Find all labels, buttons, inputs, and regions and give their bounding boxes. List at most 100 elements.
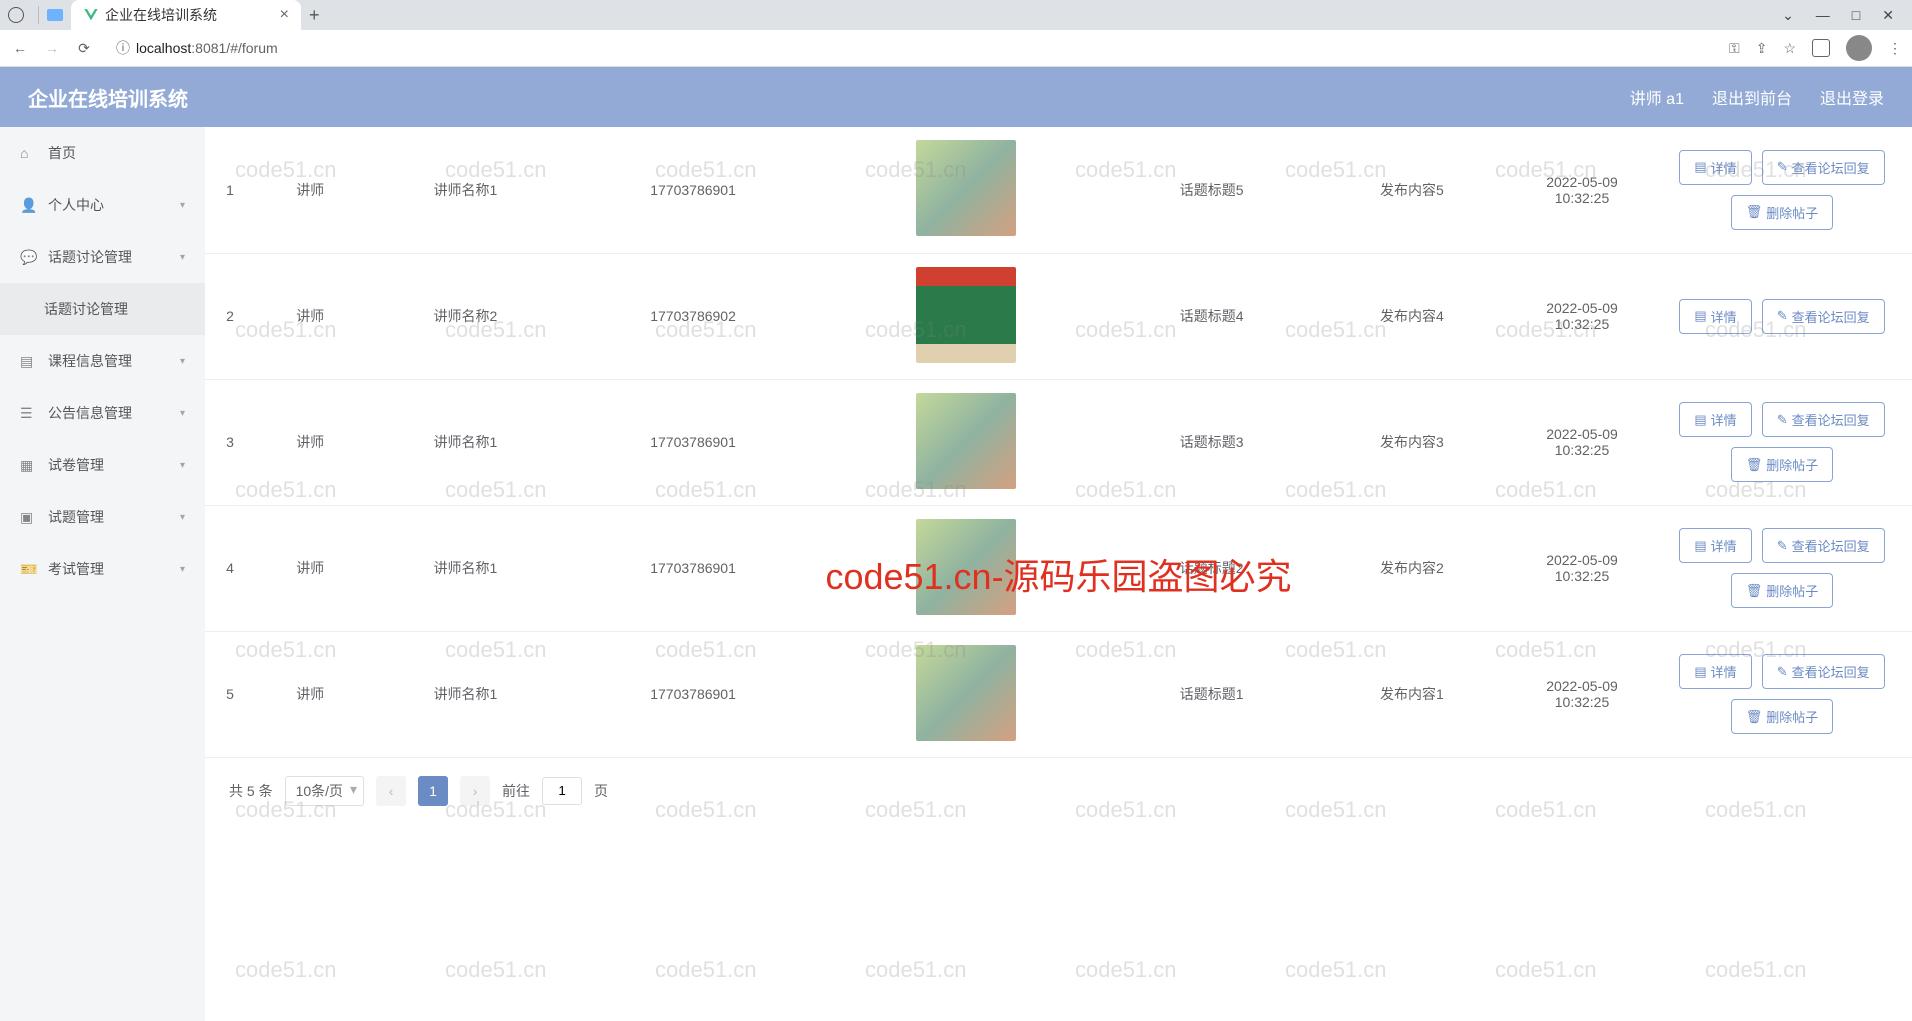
app-title: 企业在线培训系统	[28, 83, 188, 112]
cell-title: 话题标题4	[1112, 253, 1312, 379]
detail-icon: ▤	[1694, 159, 1706, 175]
page-number-button[interactable]: 1	[418, 776, 448, 806]
new-tab-button[interactable]: +	[309, 5, 320, 26]
edit-icon: ✎	[1777, 159, 1788, 175]
delete-button[interactable]: 🗑删除帖子	[1731, 573, 1834, 608]
cell-role: 讲师	[255, 505, 365, 631]
sidebar: ⌂首页👤个人中心▾💬话题讨论管理▾话题讨论管理▤课程信息管理▾☰公告信息管理▾▦…	[0, 127, 205, 1021]
cell-seq: 4	[205, 505, 255, 631]
url-input[interactable]: ⓘ localhost:8081/#/forum	[106, 38, 1717, 58]
cell-actions: ▤详情 ✎查看论坛回复	[1652, 253, 1912, 379]
delete-button[interactable]: 🗑删除帖子	[1731, 195, 1834, 230]
cell-name: 讲师名称1	[365, 379, 565, 505]
chevron-down-icon: ▾	[180, 408, 185, 419]
sidebar-item[interactable]: 话题讨论管理	[0, 283, 205, 335]
sidebar-item[interactable]: ▣试题管理▾	[0, 491, 205, 543]
trash-icon: 🗑	[1746, 457, 1763, 473]
cell-name: 讲师名称1	[365, 127, 565, 253]
cell-name: 讲师名称2	[365, 253, 565, 379]
cell-content: 发布内容4	[1312, 253, 1512, 379]
cell-image	[821, 505, 1112, 631]
extension-icon[interactable]	[1812, 39, 1830, 57]
reload-button[interactable]: ⟳	[74, 40, 94, 57]
app-header: 企业在线培训系统 讲师 a1 退出到前台 退出登录	[0, 67, 1912, 127]
view-reply-button[interactable]: ✎查看论坛回复	[1762, 299, 1885, 334]
cell-title: 话题标题1	[1112, 631, 1312, 757]
chevron-down-icon: ▾	[180, 356, 185, 367]
edit-icon: ✎	[1777, 664, 1788, 680]
detail-icon: ▤	[1694, 412, 1706, 428]
delete-button[interactable]: 🗑删除帖子	[1731, 699, 1834, 734]
menu-icon[interactable]: ⋮	[1888, 40, 1902, 57]
next-page-button[interactable]: ›	[460, 776, 490, 806]
detail-icon: ▤	[1694, 664, 1706, 680]
close-window-button[interactable]: ✕	[1882, 7, 1894, 24]
edit-icon: ✎	[1777, 412, 1788, 428]
cell-image	[821, 253, 1112, 379]
logout-link[interactable]: 退出登录	[1820, 85, 1884, 109]
browser-chrome: 企业在线培训系统 × + ⌄ — □ ✕ ← → ⟳ ⓘ localhost:8…	[0, 0, 1912, 67]
page-size-select[interactable]: 10条/页	[285, 776, 364, 806]
detail-button[interactable]: ▤详情	[1679, 150, 1751, 185]
sidebar-item-label: 话题讨论管理	[48, 247, 132, 267]
tab-title: 企业在线培训系统	[105, 5, 217, 25]
chevron-down-icon: ▾	[180, 564, 185, 575]
chevron-down-icon: ▾	[180, 512, 185, 523]
cell-title: 话题标题2	[1112, 505, 1312, 631]
sidebar-item-label: 个人中心	[48, 195, 104, 215]
cell-actions: ▤详情 ✎查看论坛回复 🗑删除帖子	[1652, 505, 1912, 631]
forward-button[interactable]: →	[42, 40, 62, 56]
sidebar-item[interactable]: ▤课程信息管理▾	[0, 335, 205, 387]
chevron-down-icon: ▾	[180, 200, 185, 211]
sidebar-item[interactable]: 👤个人中心▾	[0, 179, 205, 231]
cell-content: 发布内容5	[1312, 127, 1512, 253]
cell-actions: ▤详情 ✎查看论坛回复 🗑删除帖子	[1652, 379, 1912, 505]
key-icon[interactable]: ⚿	[1729, 40, 1740, 57]
browser-tab[interactable]: 企业在线培训系统 ×	[71, 0, 301, 30]
sidebar-item[interactable]: ▦试卷管理▾	[0, 439, 205, 491]
cell-actions: ▤详情 ✎查看论坛回复 🗑删除帖子	[1652, 631, 1912, 757]
sidebar-item[interactable]: ☰公告信息管理▾	[0, 387, 205, 439]
goto-label-pre: 前往	[502, 781, 530, 801]
sidebar-item-label: 课程信息管理	[48, 351, 132, 371]
cell-image	[821, 631, 1112, 757]
content-area: code51.cncode51.cncode51.cncode51.cncode…	[205, 127, 1912, 1021]
minimize-button[interactable]: —	[1816, 7, 1830, 24]
user-label[interactable]: 讲师 a1	[1630, 85, 1684, 109]
watermark: code51.cn	[235, 957, 337, 983]
chat-icon: 💬	[20, 249, 38, 266]
view-reply-button[interactable]: ✎查看论坛回复	[1762, 654, 1885, 689]
edit-icon: ✎	[1777, 538, 1788, 554]
detail-button[interactable]: ▤详情	[1679, 402, 1751, 437]
detail-button[interactable]: ▤详情	[1679, 528, 1751, 563]
star-icon[interactable]: ☆	[1783, 40, 1796, 57]
detail-button[interactable]: ▤详情	[1679, 299, 1751, 334]
cell-actions: ▤详情 ✎查看论坛回复 🗑删除帖子	[1652, 127, 1912, 253]
maximize-button[interactable]: □	[1852, 7, 1860, 24]
prev-page-button[interactable]: ‹	[376, 776, 406, 806]
forum-table: 1 讲师 讲师名称1 17703786901 话题标题5 发布内容5 2022-…	[205, 127, 1912, 758]
cell-title: 话题标题3	[1112, 379, 1312, 505]
delete-button[interactable]: 🗑删除帖子	[1731, 447, 1834, 482]
view-reply-button[interactable]: ✎查看论坛回复	[1762, 402, 1885, 437]
sidebar-item[interactable]: 🎫考试管理▾	[0, 543, 205, 595]
caret-down-icon[interactable]: ⌄	[1782, 7, 1794, 24]
sidebar-item[interactable]: 💬话题讨论管理▾	[0, 231, 205, 283]
cell-phone: 17703786901	[566, 631, 821, 757]
profile-avatar[interactable]	[1846, 35, 1872, 61]
share-icon[interactable]: ⇪	[1756, 40, 1768, 57]
logout-front-link[interactable]: 退出到前台	[1712, 85, 1792, 109]
goto-page-input[interactable]	[542, 777, 582, 805]
close-icon[interactable]: ×	[280, 6, 289, 24]
back-button[interactable]: ←	[10, 40, 30, 56]
window-controls: ⌄ — □ ✕	[1782, 7, 1912, 24]
view-reply-button[interactable]: ✎查看论坛回复	[1762, 528, 1885, 563]
detail-button[interactable]: ▤详情	[1679, 654, 1751, 689]
cell-seq: 2	[205, 253, 255, 379]
table-row: 5 讲师 讲师名称1 17703786901 话题标题1 发布内容1 2022-…	[205, 631, 1912, 757]
sidebar-item-label: 话题讨论管理	[44, 299, 128, 319]
sidebar-item[interactable]: ⌂首页	[0, 127, 205, 179]
cell-time: 2022-05-09 10:32:25	[1512, 631, 1652, 757]
sidebar-item-label: 试题管理	[48, 507, 104, 527]
view-reply-button[interactable]: ✎查看论坛回复	[1762, 150, 1885, 185]
